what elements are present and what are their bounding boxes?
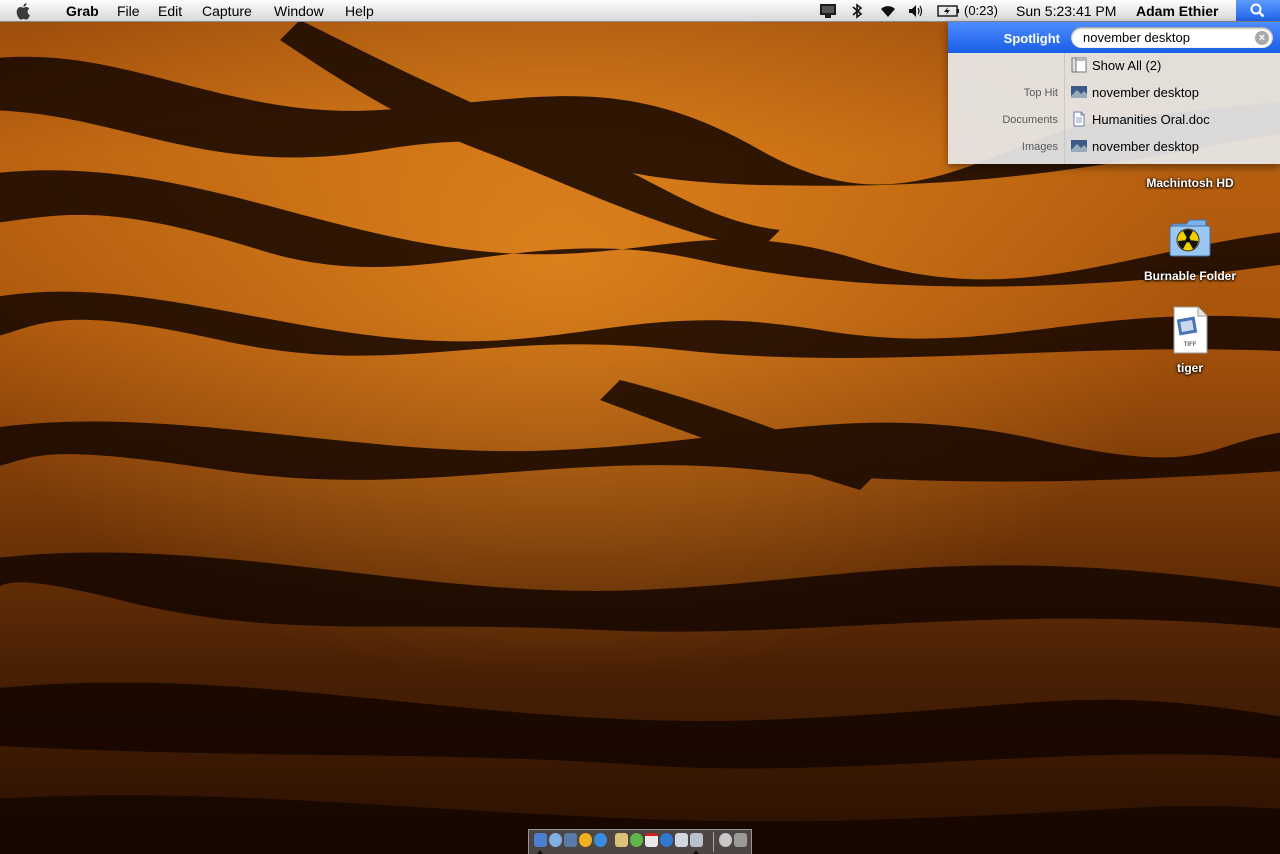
spotlight-label: Spotlight [1003, 31, 1060, 46]
spotlight-result-image[interactable]: november desktop [1065, 133, 1280, 160]
battery-icon[interactable] [937, 3, 961, 19]
dock-running-indicator [693, 850, 699, 854]
spotlight-category-images: Images [1021, 141, 1058, 153]
spotlight-search-input[interactable] [1071, 27, 1273, 48]
dock-ichat-icon[interactable] [579, 833, 592, 847]
menu-bar: Grab File Edit Capture Window Help (0:23… [0, 0, 1280, 22]
image-file-icon [1071, 86, 1087, 98]
spotlight-result-document[interactable]: Humanities Oral.doc [1065, 106, 1280, 133]
display-icon[interactable] [819, 3, 837, 19]
dock-downloads-icon[interactable] [719, 833, 732, 847]
desktop-icon-label: Machintosh HD [1146, 176, 1234, 190]
dock-grab-icon[interactable] [690, 833, 703, 847]
dock [528, 829, 752, 854]
wifi-icon[interactable] [878, 3, 898, 19]
menu-file[interactable]: File [117, 3, 140, 19]
desktop-icon-tiger-file[interactable]: TIFF tiger [1130, 306, 1250, 378]
spotlight-result-top-hit[interactable]: november desktop [1065, 79, 1280, 106]
spotlight-result-label: Show All (2) [1092, 58, 1162, 73]
bluetooth-icon[interactable] [851, 3, 863, 19]
desktop-icon-label: Burnable Folder [1143, 269, 1236, 283]
menu-window[interactable]: Window [274, 3, 324, 19]
image-file-icon [1071, 140, 1087, 152]
document-icon [1073, 111, 1085, 127]
desktop-icon-burnable-folder[interactable]: Burnable Folder [1130, 214, 1250, 286]
dock-system-icon[interactable] [675, 833, 688, 847]
burnable-folder-icon [1169, 219, 1211, 257]
clear-search-icon[interactable]: × [1255, 31, 1269, 45]
dock-itunes-icon[interactable] [594, 833, 607, 847]
spotlight-result-label: november desktop [1092, 85, 1199, 100]
spotlight-header: Spotlight × [948, 22, 1280, 53]
search-icon [1250, 3, 1265, 18]
dock-calendar-icon[interactable] [645, 833, 658, 847]
dock-app-icon[interactable] [630, 833, 643, 847]
spotlight-category-documents: Documents [1002, 114, 1058, 126]
dock-trash-icon[interactable] [734, 833, 747, 847]
desktop-icon-hard-drive[interactable]: Machintosh HD [1130, 160, 1250, 196]
battery-time: (0:23) [964, 3, 998, 18]
spotlight-category-top-hit: Top Hit [1023, 87, 1058, 99]
show-all-icon [1071, 57, 1087, 73]
user-menu[interactable]: Adam Ethier [1136, 3, 1218, 19]
app-menu-grab[interactable]: Grab [66, 3, 99, 19]
spotlight-result-label: november desktop [1092, 139, 1199, 154]
spotlight-panel: Spotlight × Show All (2) Top Hit novembe… [948, 22, 1280, 164]
menu-capture[interactable]: Capture [202, 3, 252, 19]
dock-mail-icon[interactable] [564, 833, 577, 847]
spotlight-menu-button[interactable] [1236, 0, 1280, 21]
apple-logo-icon[interactable] [14, 2, 34, 20]
desktop-icon-label: tiger [1176, 361, 1203, 375]
spotlight-result-label: Humanities Oral.doc [1092, 112, 1210, 127]
spotlight-result-show-all[interactable]: Show All (2) [1065, 52, 1280, 79]
menu-edit[interactable]: Edit [158, 3, 182, 19]
dock-preview-icon[interactable] [615, 833, 628, 847]
dock-safari-icon[interactable] [549, 833, 562, 847]
menu-clock[interactable]: Sun 5:23:41 PM [1016, 3, 1116, 19]
tiff-badge: TIFF [1183, 342, 1197, 348]
dock-browser-icon[interactable] [660, 833, 673, 847]
dock-finder-icon[interactable] [534, 833, 547, 847]
dock-separator [713, 832, 714, 852]
volume-icon[interactable] [907, 3, 925, 19]
menu-help[interactable]: Help [345, 3, 374, 19]
dock-running-indicator [537, 850, 543, 854]
